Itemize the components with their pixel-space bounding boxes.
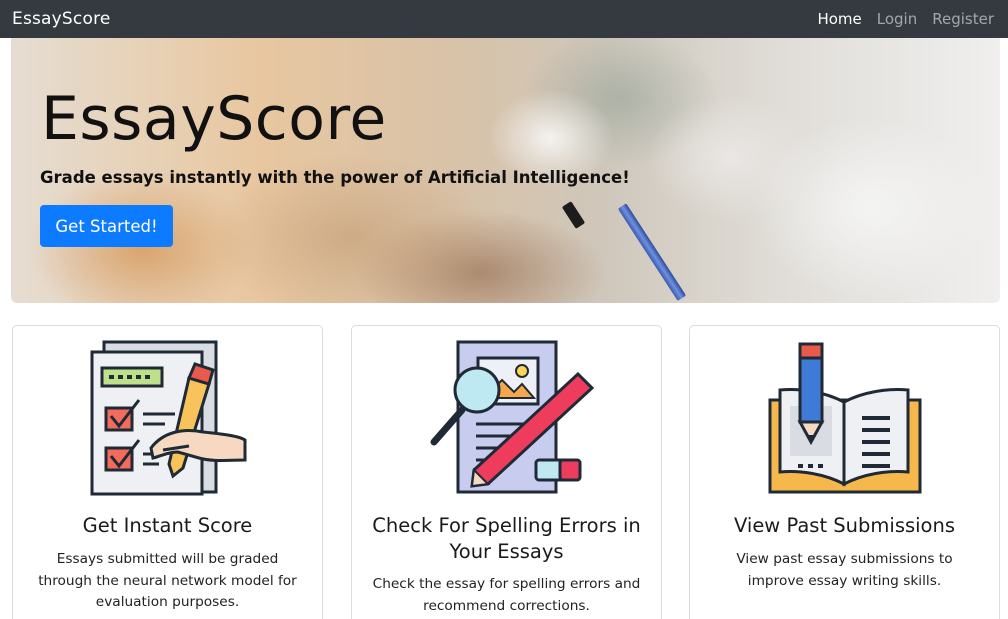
document-magnifier-pencil-icon	[352, 338, 661, 498]
nav-link-login[interactable]: Login	[877, 10, 917, 28]
feature-description: Check the essay for spelling errors and …	[372, 576, 641, 614]
feature-title: Get Instant Score	[82, 514, 253, 537]
checklist-hand-pencil-icon	[13, 338, 322, 498]
hero-subtitle: Grade essays instantly with the power of…	[40, 168, 630, 187]
get-started-button[interactable]: Get Started!	[40, 205, 173, 247]
nav-links: Home Login Register	[817, 10, 994, 28]
hero-banner: EssayScore Grade essays instantly with t…	[11, 38, 1000, 303]
feature-card-instant-score: Get Instant Score Essays submitted will …	[12, 325, 323, 619]
feature-description: View past essay submissions to improve e…	[736, 551, 953, 589]
navbar-brand[interactable]: EssayScore	[12, 9, 111, 29]
hero-background-pencil	[617, 203, 687, 301]
feature-card-past-submissions: View Past Submissions View past essay su…	[689, 325, 1000, 619]
feature-title: View Past Submissions	[733, 514, 956, 537]
feature-title: Check For Spelling Errors in Your Essays	[372, 514, 641, 563]
hero-background-pencil-cap	[561, 201, 586, 229]
open-book-pencil-icon	[690, 338, 999, 498]
nav-link-home[interactable]: Home	[817, 10, 861, 28]
hero-title: EssayScore	[41, 84, 387, 154]
hero-background-arm	[611, 296, 831, 303]
feature-card-spelling: Check For Spelling Errors in Your Essays…	[351, 325, 662, 619]
feature-description: Essays submitted will be graded through …	[38, 551, 297, 610]
nav-link-register[interactable]: Register	[932, 10, 994, 28]
navbar: EssayScore Home Login Register	[0, 0, 1008, 38]
